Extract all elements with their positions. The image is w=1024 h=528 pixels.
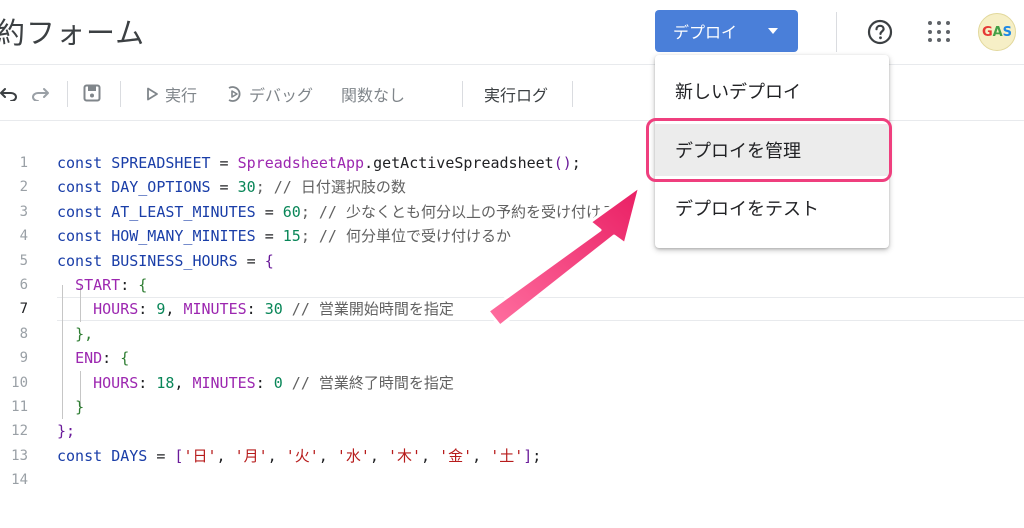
code-line: const DAYS = ['日', '月', '火', '水', '木', '… bbox=[57, 446, 542, 465]
line-number: 9 bbox=[19, 350, 28, 367]
code-line: } bbox=[75, 397, 85, 416]
line-number: 7 bbox=[19, 301, 28, 318]
undo-icon[interactable] bbox=[0, 85, 18, 101]
function-select[interactable]: 関数なし bbox=[341, 82, 405, 106]
run-button[interactable]: 実行 bbox=[145, 82, 197, 106]
debug-label: デバッグ bbox=[249, 86, 314, 105]
code-line: END: { bbox=[75, 349, 130, 368]
toolbar-divider bbox=[120, 81, 121, 107]
menu-item-new-deployment[interactable]: 新しいデプロイ bbox=[655, 65, 889, 117]
code-line-active: HOURS: 9, MINUTES: 30 // 営業開始時間を指定 bbox=[93, 300, 454, 319]
line-number: 8 bbox=[19, 325, 28, 342]
line-number: 11 bbox=[11, 398, 28, 415]
run-label: 実行 bbox=[165, 86, 198, 105]
code-line: HOURS: 18, MINUTES: 0 // 営業終了時間を指定 bbox=[93, 373, 454, 392]
code-line: const BUSINESS_HOURS = { bbox=[57, 251, 274, 270]
deploy-button-label: デプロイ bbox=[673, 23, 738, 42]
line-number: 3 bbox=[19, 203, 28, 220]
line-number-gutter: 1 2 3 4 5 6 7 8 9 10 11 12 13 14 bbox=[0, 151, 28, 492]
execution-log-button[interactable]: 実行ログ bbox=[484, 82, 548, 106]
line-number: 4 bbox=[19, 228, 28, 245]
play-icon bbox=[147, 87, 158, 101]
annotation-highlight-ring bbox=[646, 118, 892, 182]
line-number: 2 bbox=[19, 179, 28, 196]
line-number: 1 bbox=[19, 155, 28, 171]
line-number: 12 bbox=[11, 423, 28, 440]
debug-icon bbox=[228, 86, 241, 102]
deploy-button[interactable]: デプロイ bbox=[655, 10, 798, 52]
code-line: START: { bbox=[75, 275, 148, 294]
code-line: }; bbox=[57, 422, 76, 441]
help-icon[interactable] bbox=[867, 19, 893, 45]
execution-log-label: 実行ログ bbox=[484, 86, 549, 105]
save-icon[interactable] bbox=[83, 84, 101, 102]
toolbar-divider bbox=[572, 81, 573, 107]
line-number: 13 bbox=[11, 447, 28, 464]
code-line: }, bbox=[75, 324, 94, 343]
redo-icon[interactable] bbox=[30, 85, 50, 101]
header-divider bbox=[836, 12, 837, 52]
line-number: 10 bbox=[11, 374, 28, 391]
line-number: 14 bbox=[11, 472, 28, 489]
line-number: 6 bbox=[19, 276, 28, 293]
toolbar-divider bbox=[67, 81, 68, 107]
function-select-value: 関数なし bbox=[341, 86, 406, 105]
project-title[interactable]: 約フォーム bbox=[0, 10, 145, 52]
avatar[interactable]: GAS bbox=[978, 13, 1016, 51]
caret-down-icon bbox=[768, 28, 778, 34]
apps-grid-icon[interactable] bbox=[928, 21, 950, 43]
line-number: 5 bbox=[19, 252, 28, 269]
debug-button[interactable]: デバッグ bbox=[225, 82, 313, 106]
toolbar-divider bbox=[462, 81, 463, 107]
menu-item-test-deployments[interactable]: デプロイをテスト bbox=[655, 182, 889, 234]
